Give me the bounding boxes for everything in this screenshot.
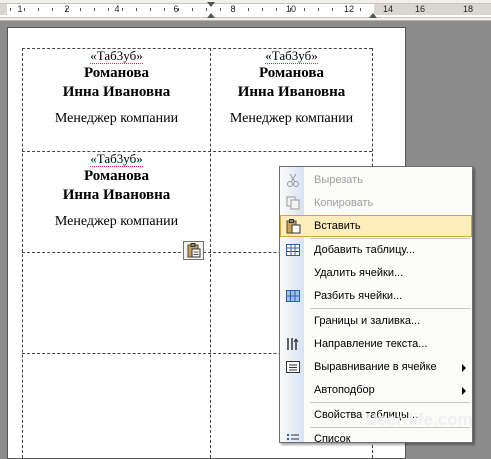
name-line: Романова [84, 65, 149, 81]
cell-alignment-icon [285, 359, 301, 375]
ruler-tick [276, 8, 277, 11]
watermark: User-life.com [365, 410, 473, 429]
name-line: Романова [84, 168, 149, 184]
ruler-left-margin [0, 4, 7, 15]
ruler-tick [38, 8, 39, 11]
menu-separator [310, 308, 470, 309]
menu-item-label: Разбить ячейки... [314, 290, 403, 302]
first-line-indent-marker[interactable] [207, 2, 215, 7]
menu-item-label: Автоподбор [314, 384, 375, 396]
insert-table-icon [285, 242, 301, 258]
ruler-number: 2 [60, 4, 74, 14]
ruler-tick [10, 8, 11, 11]
ruler-tick [318, 8, 319, 11]
menu-item-label: Список [314, 433, 351, 443]
ruler-number: 14 [382, 4, 393, 14]
job-title: Менеджер компании [229, 111, 354, 126]
menu-item-split-cells[interactable]: Разбить ячейки... [280, 285, 472, 307]
merge-field: «Таб3уб» [90, 48, 143, 64]
ruler-number: 16 [414, 4, 425, 14]
submenu-arrow-icon [462, 387, 466, 395]
ruler-number: 10 [284, 4, 298, 14]
label-cell[interactable]: «Таб3уб» Романова Инна Ивановна Менеджер… [23, 48, 210, 128]
menu-item-label: Копировать [314, 197, 374, 209]
menu-item-label: Вставить [314, 220, 361, 232]
ruler-tick [360, 8, 361, 11]
ruler-tick [164, 8, 165, 11]
paste-icon [285, 218, 301, 234]
ruler-tick [332, 8, 333, 11]
split-cells-icon [285, 288, 301, 304]
menu-item-label: Добавить таблицу... [314, 244, 415, 256]
context-menu[interactable]: Вырезать Копировать Вставить Добавить та… [279, 166, 473, 443]
ruler-tick [178, 8, 179, 11]
menu-item-text-direction[interactable]: Направление текста... [280, 333, 472, 355]
menu-item-cell-alignment[interactable]: Выравнивание в ячейке [280, 356, 472, 378]
copy-icon [285, 195, 301, 211]
menu-item-borders-shading[interactable]: Границы и заливка... [280, 310, 472, 332]
ruler-tick [24, 8, 25, 11]
merge-field: «Таб3уб» [265, 48, 318, 64]
menu-separator [310, 402, 470, 403]
ruler-tick [192, 8, 193, 11]
list-icon [285, 431, 301, 442]
right-indent-marker[interactable] [369, 13, 377, 18]
menu-item-insert-table[interactable]: Добавить таблицу... [280, 239, 472, 261]
hanging-indent-marker[interactable] [207, 13, 215, 18]
name-line: Инна Ивановна [62, 187, 171, 203]
merge-field: «Таб3уб» [90, 151, 143, 167]
name-line: Инна Ивановна [62, 84, 171, 100]
text-direction-icon [285, 336, 301, 352]
name-line: Романова [259, 65, 324, 81]
paste-options-button[interactable] [183, 241, 204, 260]
ruler-tick [206, 8, 207, 11]
ruler-tick [80, 8, 81, 11]
ruler-tick [220, 8, 221, 11]
label-cell[interactable]: «Таб3уб» Романова Инна Ивановна Менеджер… [211, 48, 372, 128]
job-title: Менеджер компании [54, 214, 179, 229]
ruler-number: 18 [462, 4, 473, 14]
ruler-tick [66, 8, 67, 11]
ruler-tick [150, 8, 151, 11]
ruler-tick [346, 8, 347, 11]
ruler-tick [304, 8, 305, 11]
submenu-arrow-icon [462, 364, 466, 372]
name-line: Инна Ивановна [237, 84, 346, 100]
ruler-tick [290, 8, 291, 11]
ruler-tick [52, 8, 53, 11]
ruler-tick [248, 8, 249, 11]
clipboard-icon [187, 243, 201, 258]
menu-item-cut[interactable]: Вырезать [280, 169, 472, 191]
ruler-number: 12 [343, 4, 354, 14]
menu-item-label: Границы и заливка... [314, 315, 421, 327]
scissors-icon [285, 172, 301, 188]
menu-item-label: Выравнивание в ячейке [314, 361, 437, 373]
menu-item-label: Вырезать [314, 174, 363, 186]
horizontal-ruler[interactable]: 124681012141618 [0, 0, 491, 21]
menu-item-label: Направление текста... [314, 338, 428, 350]
ruler-tick [234, 8, 235, 11]
menu-item-list[interactable]: Список [280, 428, 472, 443]
menu-item-label: Удалить ячейки... [314, 267, 404, 279]
ruler-tick [108, 8, 109, 11]
ruler-tick [136, 8, 137, 11]
job-title: Менеджер компании [54, 111, 179, 126]
label-cell[interactable]: «Таб3уб» Романова Инна Ивановна Менеджер… [23, 151, 210, 231]
ruler-tick [94, 8, 95, 11]
menu-item-copy[interactable]: Копировать [280, 192, 472, 214]
ruler-tick [262, 8, 263, 11]
menu-item-delete-cells[interactable]: Удалить ячейки... [280, 262, 472, 284]
ruler-number: 6 [173, 4, 179, 14]
menu-item-autofit[interactable]: Автоподбор [280, 379, 472, 401]
menu-item-paste[interactable]: Вставить [280, 215, 472, 237]
ruler-tick [122, 8, 123, 11]
ruler-number: 8 [230, 4, 236, 14]
